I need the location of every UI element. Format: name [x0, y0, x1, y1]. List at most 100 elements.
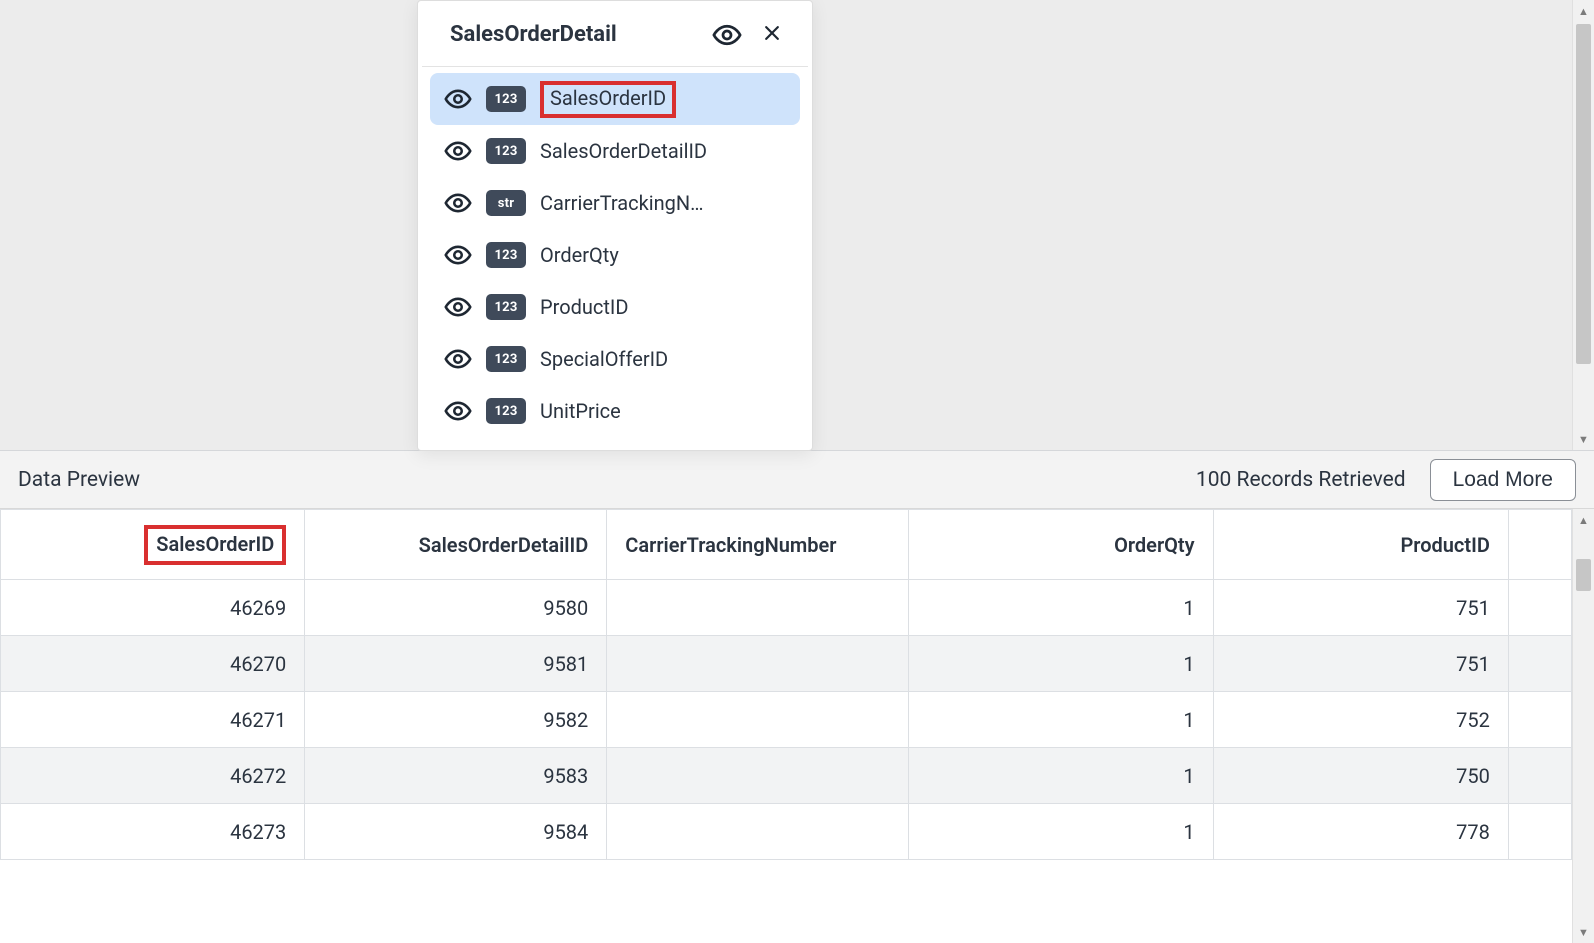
col-header-orderqty[interactable]: OrderQty — [909, 510, 1213, 580]
panel-title: Data Preview — [18, 468, 140, 492]
field-row-unitprice[interactable]: 123 UnitPrice — [430, 385, 800, 437]
visibility-icon[interactable] — [444, 241, 472, 269]
scroll-down-icon[interactable]: ▼ — [1573, 428, 1594, 450]
cell — [1508, 580, 1571, 636]
field-picker-popup: SalesOrderDetail 123 SalesOrderID — [417, 0, 813, 451]
visibility-icon[interactable] — [444, 189, 472, 217]
cell[interactable] — [607, 580, 909, 636]
visibility-icon[interactable] — [444, 137, 472, 165]
records-retrieved-text: 100 Records Retrieved — [1196, 468, 1406, 492]
table-row[interactable]: 46269 9580 1 751 — [1, 580, 1572, 636]
cell[interactable]: 9581 — [305, 636, 607, 692]
preview-grid: SalesOrderID SalesOrderDetailID CarrierT… — [0, 509, 1572, 943]
table-row[interactable]: 46273 9584 1 778 — [1, 804, 1572, 860]
field-row-salesorderid[interactable]: 123 SalesOrderID — [430, 73, 800, 125]
field-row-salesorderdetailid[interactable]: 123 SalesOrderDetailID — [430, 125, 800, 177]
type-badge: 123 — [486, 398, 526, 424]
field-name-label: SalesOrderDetailID — [540, 139, 707, 163]
col-header-label: SalesOrderDetailID — [419, 533, 589, 557]
type-badge: 123 — [486, 138, 526, 164]
field-name-label: CarrierTrackingN… — [540, 191, 704, 215]
visibility-toggle-all-icon[interactable] — [712, 20, 742, 50]
cell[interactable]: 9584 — [305, 804, 607, 860]
visibility-icon[interactable] — [444, 397, 472, 425]
type-badge: 123 — [486, 242, 526, 268]
visibility-icon[interactable] — [444, 85, 472, 113]
cell[interactable]: 9583 — [305, 748, 607, 804]
type-badge: 123 — [486, 346, 526, 372]
scroll-thumb[interactable] — [1576, 24, 1591, 364]
cell[interactable]: 752 — [1213, 692, 1508, 748]
col-header-carriertrackingnumber[interactable]: CarrierTrackingNumber — [607, 510, 909, 580]
cell[interactable]: 1 — [909, 636, 1213, 692]
load-more-button[interactable]: Load More — [1430, 459, 1576, 501]
cell[interactable]: 778 — [1213, 804, 1508, 860]
scroll-track[interactable] — [1573, 531, 1594, 921]
col-header-highlight: SalesOrderID — [144, 525, 286, 565]
table-row[interactable]: 46272 9583 1 750 — [1, 748, 1572, 804]
cell — [1508, 804, 1571, 860]
col-header-extra — [1508, 510, 1571, 580]
field-name-highlight: SalesOrderID — [540, 81, 676, 118]
scroll-up-icon[interactable]: ▲ — [1573, 0, 1594, 22]
cell[interactable]: 46273 — [1, 804, 305, 860]
col-header-productid[interactable]: ProductID — [1213, 510, 1508, 580]
cell[interactable]: 1 — [909, 580, 1213, 636]
cell[interactable]: 46270 — [1, 636, 305, 692]
data-preview-panel: Data Preview 100 Records Retrieved Load … — [0, 451, 1594, 943]
field-row-productid[interactable]: 123 ProductID — [430, 281, 800, 333]
scroll-thumb[interactable] — [1576, 559, 1591, 591]
cell[interactable]: 46271 — [1, 692, 305, 748]
col-header-salesorderid[interactable]: SalesOrderID — [1, 510, 305, 580]
visibility-icon[interactable] — [444, 345, 472, 373]
field-list: 123 SalesOrderID 123 SalesOrderDetailID … — [418, 67, 812, 437]
cell[interactable]: 46272 — [1, 748, 305, 804]
field-name-label: SpecialOfferID — [540, 347, 668, 371]
field-name-label: UnitPrice — [540, 399, 621, 423]
cell[interactable]: 1 — [909, 748, 1213, 804]
cell — [1508, 692, 1571, 748]
cell[interactable]: 750 — [1213, 748, 1508, 804]
cell[interactable]: 1 — [909, 692, 1213, 748]
header-row: SalesOrderID SalesOrderDetailID CarrierT… — [1, 510, 1572, 580]
panel-header: Data Preview 100 Records Retrieved Load … — [0, 451, 1594, 509]
table-row[interactable]: 46270 9581 1 751 — [1, 636, 1572, 692]
field-row-carriertrackingnumber[interactable]: str CarrierTrackingN… — [430, 177, 800, 229]
close-icon[interactable] — [758, 19, 786, 50]
field-name-label: OrderQty — [540, 243, 619, 267]
field-row-orderqty[interactable]: 123 OrderQty — [430, 229, 800, 281]
scroll-up-icon[interactable]: ▲ — [1573, 509, 1594, 531]
query-canvas[interactable]: SalesOrderDetail 123 SalesOrderID — [0, 0, 1594, 451]
type-badge: 123 — [486, 294, 526, 320]
field-name-label: ProductID — [540, 295, 629, 319]
scroll-track[interactable] — [1573, 22, 1594, 428]
table-row[interactable]: 46271 9582 1 752 — [1, 692, 1572, 748]
cell[interactable] — [607, 748, 909, 804]
type-badge: 123 — [486, 86, 526, 112]
col-header-label: SalesOrderID — [156, 532, 274, 556]
type-badge: str — [486, 190, 526, 216]
cell[interactable]: 751 — [1213, 580, 1508, 636]
col-header-label: ProductID — [1400, 533, 1489, 557]
cell — [1508, 636, 1571, 692]
cell — [1508, 748, 1571, 804]
popup-header: SalesOrderDetail — [422, 1, 808, 67]
cell[interactable] — [607, 692, 909, 748]
cell[interactable]: 1 — [909, 804, 1213, 860]
cell[interactable]: 751 — [1213, 636, 1508, 692]
scroll-down-icon[interactable]: ▼ — [1573, 921, 1594, 943]
field-row-specialofferid[interactable]: 123 SpecialOfferID — [430, 333, 800, 385]
canvas-v-scrollbar[interactable]: ▲ ▼ — [1572, 0, 1594, 450]
cell[interactable]: 9582 — [305, 692, 607, 748]
cell[interactable]: 9580 — [305, 580, 607, 636]
visibility-icon[interactable] — [444, 293, 472, 321]
col-header-label: OrderQty — [1114, 533, 1194, 557]
cell[interactable] — [607, 636, 909, 692]
popup-title: SalesOrderDetail — [450, 22, 617, 47]
field-name-label: SalesOrderID — [550, 86, 666, 110]
cell[interactable]: 46269 — [1, 580, 305, 636]
col-header-label: CarrierTrackingNumber — [625, 533, 836, 557]
grid-v-scrollbar[interactable]: ▲ ▼ — [1572, 509, 1594, 943]
cell[interactable] — [607, 804, 909, 860]
col-header-salesorderdetailid[interactable]: SalesOrderDetailID — [305, 510, 607, 580]
